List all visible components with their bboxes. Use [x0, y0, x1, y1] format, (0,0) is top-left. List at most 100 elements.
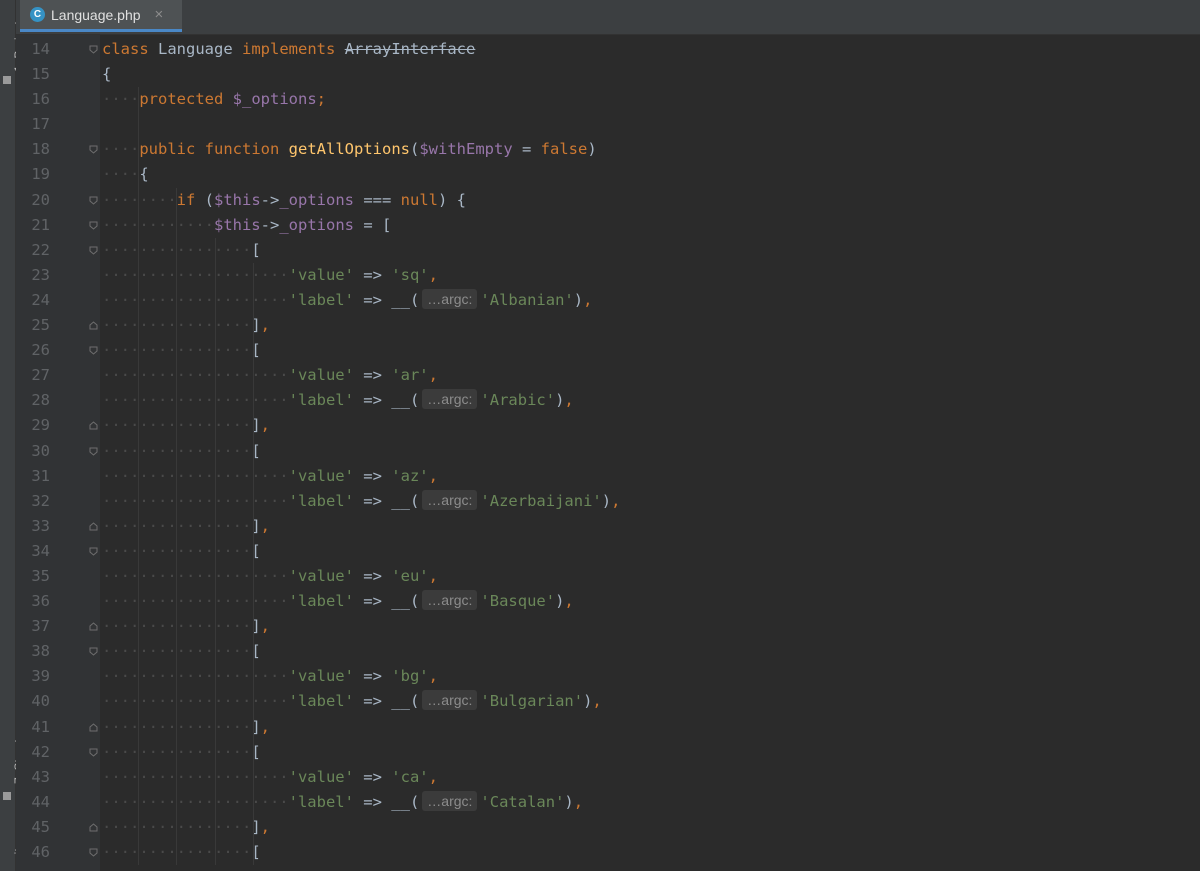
code-text: ····················'value' => 'ca',: [102, 765, 438, 790]
fold-open-icon[interactable]: [89, 45, 98, 54]
fold-close-icon[interactable]: [89, 522, 98, 531]
code-line[interactable]: 43 ····················'value' => 'ca',: [16, 765, 1200, 790]
whitespace-dots: ····················: [102, 290, 289, 309]
code-line[interactable]: 31 ····················'value' => 'az',: [16, 464, 1200, 489]
code-token: => __(: [353, 391, 420, 410]
code-line[interactable]: 33 ················],: [16, 514, 1200, 539]
code-line[interactable]: 25 ················],: [16, 313, 1200, 338]
favorites-tool-button[interactable]: vorites: [0, 820, 26, 871]
code-line[interactable]: 39 ····················'value' => 'bg',: [16, 664, 1200, 689]
code-line[interactable]: 44 ····················'label' => __(…arg…: [16, 790, 1200, 815]
code-text: ····public function getAllOptions($withE…: [102, 137, 597, 162]
code-line[interactable]: 16 ····protected $_options;: [16, 87, 1200, 112]
line-number: 26: [31, 341, 50, 360]
line-number: 37: [31, 617, 50, 636]
code-text: ················],: [102, 413, 270, 438]
code-token: 'value': [288, 667, 354, 686]
code-line[interactable]: 32 ····················'label' => __(…arg…: [16, 489, 1200, 514]
code-token: 'value': [288, 566, 354, 585]
code-line[interactable]: 27 ····················'value' => 'ar',: [16, 363, 1200, 388]
code-line[interactable]: 23 ····················'value' => 'sq',: [16, 263, 1200, 288]
code-line[interactable]: 41 ················],: [16, 715, 1200, 740]
tab-language-php[interactable]: C Language.php ×: [20, 0, 182, 32]
structure-tool-button[interactable]: 7: Structure: [0, 700, 26, 800]
code-editor[interactable]: 14 class Language implements ArrayInterfa…: [16, 37, 1200, 866]
code-token: 'Arabic': [480, 391, 556, 410]
fold-open-icon[interactable]: [89, 447, 98, 456]
code-token: ,: [260, 617, 270, 636]
code-token: 'value': [288, 366, 354, 385]
code-token: 'label': [288, 592, 354, 611]
code-token: =>: [353, 265, 392, 284]
line-number: 32: [31, 491, 50, 510]
code-token: protected: [139, 90, 224, 109]
code-text: ····protected $_options;: [102, 87, 326, 112]
code-line[interactable]: 28 ····················'label' => __(…arg…: [16, 388, 1200, 413]
project-tool-button[interactable]: 1: Project: [0, 0, 26, 88]
code-line[interactable]: 45 ················],: [16, 815, 1200, 840]
whitespace-dots: ····: [102, 140, 140, 159]
line-number: 25: [31, 316, 50, 335]
code-line[interactable]: 46 ················[: [16, 840, 1200, 865]
fold-open-icon[interactable]: [89, 547, 98, 556]
whitespace-dots: ····: [102, 90, 140, 109]
code-text: ····················'value' => 'ar',: [102, 363, 438, 388]
line-number: 41: [31, 717, 50, 736]
fold-close-icon[interactable]: [89, 823, 98, 832]
code-line[interactable]: 40 ····················'label' => __(…arg…: [16, 689, 1200, 714]
code-token: (: [410, 140, 420, 159]
code-token: public: [139, 140, 196, 159]
code-token: 'label': [288, 692, 354, 711]
code-token: $this: [213, 215, 261, 234]
fold-close-icon[interactable]: [89, 421, 98, 430]
fold-open-icon[interactable]: [89, 647, 98, 656]
php-class-icon: C: [30, 7, 45, 22]
code-line[interactable]: 14 class Language implements ArrayInterfa…: [16, 37, 1200, 62]
code-token: =>: [353, 366, 392, 385]
fold-open-icon[interactable]: [89, 848, 98, 857]
fold-close-icon[interactable]: [89, 722, 98, 732]
code-line[interactable]: 38 ················[: [16, 639, 1200, 664]
code-line[interactable]: 36 ····················'label' => __(…arg…: [16, 589, 1200, 614]
code-line[interactable]: 42 ················[: [16, 740, 1200, 765]
code-token: 'bg': [391, 667, 429, 686]
code-line[interactable]: 22 ················[: [16, 238, 1200, 263]
fold-open-icon[interactable]: [89, 246, 98, 255]
code-line[interactable]: 37 ················],: [16, 614, 1200, 639]
indent-guide: [176, 187, 178, 866]
code-token: ->: [260, 215, 280, 234]
fold-close-icon[interactable]: [89, 622, 98, 631]
fold-open-icon[interactable]: [89, 346, 98, 355]
code-line[interactable]: 20 ········if ($this->_options === null) …: [16, 188, 1200, 213]
code-token: ,: [428, 767, 438, 786]
fold-open-icon[interactable]: [89, 145, 98, 155]
code-line[interactable]: 21 ············$this->_options = [: [16, 213, 1200, 238]
code-token: class: [102, 40, 149, 58]
code-line[interactable]: 17: [16, 112, 1200, 137]
code-line[interactable]: 24 ····················'label' => __(…arg…: [16, 288, 1200, 313]
code-token: 'label': [288, 391, 354, 410]
line-number: 23: [31, 265, 50, 284]
line-number: 33: [31, 516, 50, 535]
code-line[interactable]: 35 ····················'value' => 'eu',: [16, 564, 1200, 589]
fold-open-icon[interactable]: [89, 196, 98, 205]
structure-icon: [3, 792, 11, 800]
line-number: 24: [31, 290, 50, 309]
code-text: ····················'value' => 'sq',: [102, 263, 438, 288]
fold-close-icon[interactable]: [89, 321, 98, 330]
code-line[interactable]: 34 ················[: [16, 539, 1200, 564]
code-line[interactable]: 19 ····{: [16, 162, 1200, 187]
fold-open-icon[interactable]: [89, 748, 98, 757]
code-line[interactable]: 29 ················],: [16, 413, 1200, 438]
whitespace-dots: ····················: [102, 366, 289, 385]
code-token: 'Basque': [480, 592, 556, 611]
close-icon[interactable]: ×: [155, 6, 164, 23]
code-line[interactable]: 18 ····public function getAllOptions($wit…: [16, 137, 1200, 162]
code-line[interactable]: 30 ················[: [16, 439, 1200, 464]
code-text: {: [102, 62, 111, 87]
fold-open-icon[interactable]: [89, 221, 98, 230]
code-line[interactable]: 15 {: [16, 62, 1200, 87]
code-line[interactable]: 26 ················[: [16, 338, 1200, 363]
